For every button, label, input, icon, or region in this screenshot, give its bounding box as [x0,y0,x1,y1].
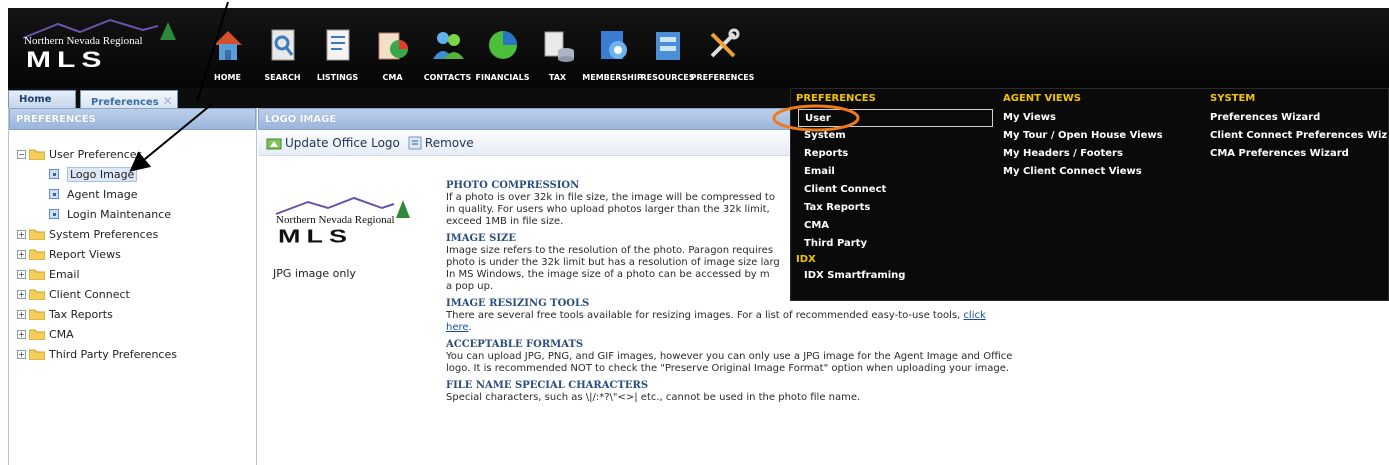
mls-logo[interactable]: Northern Nevada Regional MLS [18,18,184,80]
tree-node-tax-reports[interactable]: + Tax Reports [17,304,256,324]
folder-icon [29,309,45,320]
nav-home[interactable]: HOME [200,20,255,88]
preferences-tree: − User Preferences Logo Image Agent Imag… [9,130,256,364]
menu-item-my-client-connect-views[interactable]: My Client Connect Views [1003,163,1203,181]
tools-icon [704,26,742,64]
expand-icon[interactable]: + [17,289,26,299]
listings-icon [319,26,357,64]
menu-item-reports[interactable]: Reports [796,145,996,163]
jpg-only-note: JPG image only [273,267,356,280]
tree-node-report-views[interactable]: + Report Views [17,244,256,264]
resources-icon [649,26,687,64]
menu-header-system: SYSTEM [1210,93,1256,104]
folder-icon [29,149,45,160]
section-image-resizing-tools: IMAGE RESIZING TOOLS There are several f… [446,298,986,333]
cma-icon [374,26,412,64]
menu-header-agent-views: AGENT VIEWS [1003,93,1081,104]
tree-node-client-connect[interactable]: + Client Connect [17,284,256,304]
nav-preferences[interactable]: PREFERENCES [691,20,754,88]
search-icon [264,26,302,64]
header-bar: Northern Nevada Regional MLS HOME SEARCH [8,8,1389,90]
click-here-link[interactable]: click [963,310,985,321]
nav-membership[interactable]: MEMBERSHIP [582,20,643,88]
logo-preview-image: Northern Nevada Regional MLS [274,194,412,250]
menu-column-agent-views: AGENT VIEWS My Views My Tour / Open Hous… [1003,93,1203,181]
page-icon [49,189,59,199]
nav-listings[interactable]: LISTINGS [310,20,365,88]
update-office-logo-button[interactable]: Update Office Logo [266,136,400,150]
menu-item-preferences-wizard[interactable]: Preferences Wizard [1210,109,1389,127]
tree-node-email[interactable]: + Email [17,264,256,284]
section-file-name-special-characters: FILE NAME SPECIAL CHARACTERS Special cha… [446,380,861,403]
menu-item-idx-smartframing[interactable]: IDX Smartframing [796,267,996,285]
remove-icon [408,136,422,149]
expand-icon[interactable]: + [17,309,26,319]
main-nav: HOME SEARCH LISTINGS CMA CONTACTS FINANC… [200,20,754,92]
membership-icon [594,26,632,64]
nav-resources[interactable]: RESOURCES [640,20,695,88]
collapse-icon[interactable]: − [17,149,26,159]
tab-home[interactable]: Home [8,90,76,108]
expand-icon[interactable]: + [17,269,26,279]
contacts-icon [429,26,467,64]
menu-item-my-views[interactable]: My Views [1003,109,1203,127]
tab-preferences[interactable]: Preferences ✕ [80,90,178,108]
app-window: Northern Nevada Regional MLS HOME SEARCH [0,0,1389,465]
click-here-link[interactable]: here [446,322,469,333]
close-icon[interactable]: ✕ [163,94,173,108]
nav-financials[interactable]: FINANCIALS [475,20,530,88]
expand-icon[interactable]: + [17,249,26,259]
nav-contacts[interactable]: CONTACTS [420,20,475,88]
menu-item-my-tour-open-house-views[interactable]: My Tour / Open House Views [1003,127,1203,145]
menu-header-idx: IDX [796,254,816,265]
menu-item-user[interactable]: User [798,109,993,127]
nav-cma[interactable]: CMA [365,20,420,88]
tree-node-third-party-preferences[interactable]: + Third Party Preferences [17,344,256,364]
nav-search[interactable]: SEARCH [255,20,310,88]
logo-text-line1: Northern Nevada Regional [276,214,395,226]
tree-node-login-maintenance[interactable]: Login Maintenance [17,204,256,224]
house-icon [209,26,247,64]
menu-item-client-connect[interactable]: Client Connect [796,181,996,199]
expand-icon[interactable]: + [17,329,26,339]
section-acceptable-formats: ACCEPTABLE FORMATS You can upload JPG, P… [446,339,1013,374]
tax-icon [539,26,577,64]
menu-item-cma-preferences-wizard[interactable]: CMA Preferences Wizard [1210,145,1389,163]
menu-item-client-connect-preferences-wizard[interactable]: Client Connect Preferences Wiz [1210,127,1389,145]
menu-column-preferences: PREFERENCES User System Reports Email Cl… [796,93,996,285]
menu-item-cma[interactable]: CMA [796,217,996,235]
folder-icon [29,329,45,340]
expand-icon[interactable]: + [17,349,26,359]
menu-item-my-headers-footers[interactable]: My Headers / Footers [1003,145,1203,163]
nav-tax[interactable]: TAX [530,20,585,88]
preferences-dropdown-menu: PREFERENCES User System Reports Email Cl… [790,88,1389,301]
page-icon [49,169,59,179]
tree-node-user-preferences[interactable]: − User Preferences [17,144,256,164]
folder-icon [29,229,45,240]
logo-text-mls: MLS [278,225,353,247]
tree-node-system-preferences[interactable]: + System Preferences [17,224,256,244]
pie-chart-icon [484,26,522,64]
sidebar-title: PREFERENCES [9,108,256,130]
tree-node-agent-image[interactable]: Agent Image [17,184,256,204]
menu-item-third-party[interactable]: Third Party [796,235,996,253]
expand-icon[interactable]: + [17,229,26,239]
upload-image-icon [266,138,282,149]
menu-item-system[interactable]: System [796,127,996,145]
logo-text-mls: MLS [26,47,108,73]
folder-icon [29,269,45,280]
remove-button[interactable]: Remove [408,136,474,150]
logo-text-line1: Northern Nevada Regional [24,35,143,47]
menu-header-preferences: PREFERENCES [796,93,876,104]
page-icon [49,209,59,219]
folder-icon [29,349,45,360]
preferences-sidebar: PREFERENCES − User Preferences Logo Imag… [8,108,257,465]
menu-column-system: SYSTEM Preferences Wizard Client Connect… [1210,93,1389,163]
folder-icon [29,249,45,260]
menu-item-tax-reports[interactable]: Tax Reports [796,199,996,217]
tree-node-cma[interactable]: + CMA [17,324,256,344]
folder-icon [29,289,45,300]
menu-item-email[interactable]: Email [796,163,996,181]
tree-node-logo-image[interactable]: Logo Image [17,164,256,184]
